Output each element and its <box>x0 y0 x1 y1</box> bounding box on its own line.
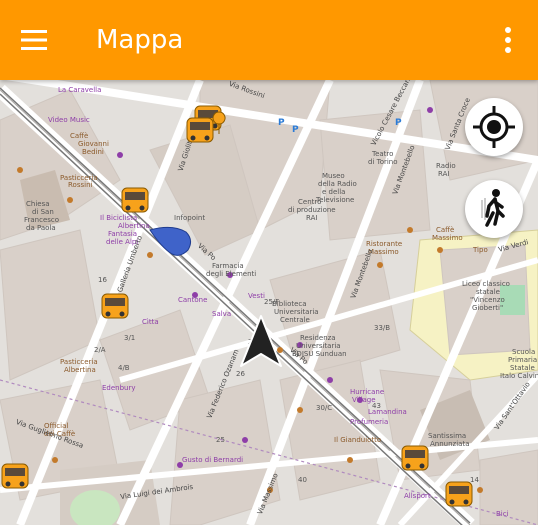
bus-stop-marker[interactable] <box>120 184 154 222</box>
house-number: 40 <box>298 476 307 484</box>
house-number: 30/C <box>316 404 333 412</box>
menu-icon <box>21 30 47 50</box>
svg-text:P: P <box>395 118 402 128</box>
map-view[interactable]: PPP La Caravella Video Music Caffè Pasti… <box>0 80 538 525</box>
navigation-arrow-icon <box>240 315 282 367</box>
map-label: Video Music <box>48 116 90 124</box>
map-label: di San <box>32 208 54 216</box>
house-number: 2/A <box>94 346 106 354</box>
walking-person-icon <box>481 189 505 227</box>
map-label: Vesti <box>248 292 265 300</box>
bus-stop-icon <box>401 445 429 471</box>
map-label: "Vincenzo <box>470 296 505 304</box>
house-number: 43 <box>372 402 381 410</box>
map-label: Cìtta <box>142 318 159 326</box>
map-label: La Caravella <box>58 86 102 94</box>
map-label: Bedini <box>82 148 104 156</box>
house-number: 33/B <box>374 324 391 332</box>
map-label: Chiesa <box>26 200 50 208</box>
bus-stop-marker[interactable] <box>100 290 134 328</box>
map-label: da Paola <box>26 224 56 232</box>
map-label: Giovanni <box>78 140 109 148</box>
map-label: e della <box>322 188 346 196</box>
bus-stop-icon <box>121 187 149 213</box>
house-number: 26 <box>236 370 245 378</box>
map-label: Gusto di Bernardi <box>182 456 244 464</box>
page-title: Mappa <box>96 25 184 55</box>
map-label: Santissima <box>428 432 467 440</box>
walk-mode-button[interactable] <box>465 180 523 238</box>
map-pointer-icon[interactable] <box>148 222 196 262</box>
map-label: Hurricane <box>350 388 385 396</box>
bus-stop-marker[interactable] <box>400 442 434 480</box>
map-label: Tipo <box>473 246 488 254</box>
svg-text:P: P <box>278 118 285 128</box>
bus-stop-marker[interactable] <box>0 460 34 498</box>
map-label: Cantone <box>178 296 208 304</box>
map-label: Allsport <box>404 492 431 500</box>
map-label: Universitaria <box>296 342 341 350</box>
house-number: 4/B <box>118 364 130 372</box>
map-label: Scuola <box>512 348 536 356</box>
bus-stop-icon <box>186 117 214 143</box>
map-label: Liceo classico <box>462 280 510 288</box>
locate-me-button[interactable] <box>465 98 523 156</box>
map-label: Caffè <box>70 132 89 140</box>
house-number: 25/F <box>264 298 280 306</box>
my-location-icon <box>473 106 515 148</box>
map-label: Edenbury <box>102 384 136 392</box>
map-label: Televisione <box>316 196 355 204</box>
more-vert-icon <box>505 27 511 53</box>
map-label: Albertina <box>64 366 96 374</box>
map-label: Museo <box>322 172 345 180</box>
map-label: Gioberti" <box>472 304 504 312</box>
map-label: Bici <box>496 510 509 518</box>
bus-stop-marker[interactable] <box>185 114 219 152</box>
map-label: Residenza <box>300 334 336 342</box>
map-label: Salva <box>212 310 232 318</box>
bus-stop-icon <box>1 463 29 489</box>
map-label: Profumeria <box>350 418 389 426</box>
house-number: 3/1 <box>124 334 136 342</box>
overflow-menu-button[interactable] <box>486 18 530 62</box>
map-label: di produzione <box>288 206 336 214</box>
map-label: Rossini <box>68 181 93 189</box>
map-label: RAI <box>306 214 318 222</box>
bus-stop-icon <box>101 293 129 319</box>
map-label: Statale <box>510 364 535 372</box>
menu-button[interactable] <box>12 18 56 62</box>
bus-stop-icon <box>445 481 473 507</box>
house-number: 16 <box>98 276 107 284</box>
map-label: Infopoint <box>174 214 206 222</box>
map-label: RAI <box>438 170 450 178</box>
map-label: degli Elementi <box>206 270 257 278</box>
map-label: Francesco <box>24 216 60 224</box>
map-label: Primaria <box>508 356 538 364</box>
map-label: di Torino <box>368 158 398 166</box>
map-label: Albertina <box>118 222 150 230</box>
map-label: Pasticceria <box>60 358 98 366</box>
map-label: della Radio <box>318 180 357 188</box>
map-label: Il Gianduiotto <box>334 436 382 444</box>
map-label: statale <box>476 288 500 296</box>
map-label: Massimo <box>432 234 463 242</box>
map-label: Farmacia <box>212 262 244 270</box>
map-label: Italo Calvino <box>500 372 538 380</box>
app-bar: Mappa <box>0 0 538 80</box>
map-label: Fantasia <box>108 230 138 238</box>
map-label: Caffè <box>436 226 455 234</box>
house-number: 25 <box>216 436 225 444</box>
map-label: Ristorante <box>366 240 403 248</box>
map-label: Teatro <box>372 150 394 158</box>
bus-stop-marker[interactable] <box>444 478 478 516</box>
map-label: Annunziata <box>430 440 470 448</box>
map-label: Radio <box>436 162 456 170</box>
svg-text:P: P <box>292 125 299 135</box>
